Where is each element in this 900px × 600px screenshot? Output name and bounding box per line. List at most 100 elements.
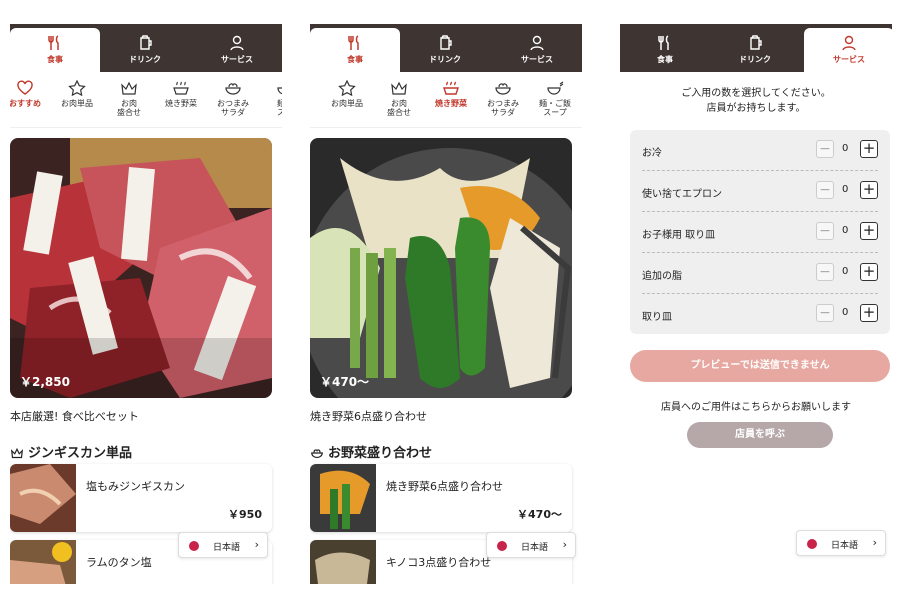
decrement-button[interactable]: − xyxy=(816,140,834,158)
decrement-button[interactable]: − xyxy=(816,181,834,199)
top-tab-bar: 食事 ドリンク サービス xyxy=(10,24,282,72)
bowl-icon xyxy=(311,449,323,459)
crown-icon xyxy=(391,81,407,95)
meat-platter-photo xyxy=(10,138,272,398)
category-meat-combo[interactable]: お肉 盛合せ xyxy=(372,80,426,117)
category-label: 焼き野菜 xyxy=(165,99,197,108)
menu-item-card[interactable]: 焼き野菜6点盛り合わせ ￥470〜 xyxy=(310,464,572,532)
category-grilled-veg[interactable]: 焼き野菜 xyxy=(154,80,208,108)
language-label: 日本語 xyxy=(213,543,241,553)
submit-button-disabled[interactable]: プレビューでは送信できません xyxy=(630,350,890,382)
crown-icon xyxy=(121,81,137,95)
section-title: お野菜盛り合わせ xyxy=(310,442,432,461)
tab-food[interactable]: 食事 xyxy=(620,28,710,72)
call-staff-note: 店員へのご用件はこちらからお願いします xyxy=(661,402,851,413)
tab-service[interactable]: サービス xyxy=(492,28,582,72)
instruction-line: 店員がお持ちします。 xyxy=(706,103,806,114)
item-name: 焼き野菜6点盛り合わせ xyxy=(386,480,503,493)
category-grilled-veg[interactable]: 焼き野菜 xyxy=(424,80,478,108)
item-thumbnail xyxy=(310,464,376,532)
tab-food[interactable]: 食事 xyxy=(10,28,100,72)
call-staff-button[interactable]: 店員を呼ぶ xyxy=(687,422,833,448)
tab-service[interactable]: サービス xyxy=(192,28,282,72)
bowl-icon xyxy=(495,83,511,95)
item-thumbnail xyxy=(10,540,76,584)
star-icon xyxy=(338,80,356,96)
increment-button[interactable]: + xyxy=(860,181,878,199)
menu-screen-grilled-veg: 食事 ドリンク サービス お肉単品 お肉 盛合せ 焼き野菜 おつまみ サラダ 麺… xyxy=(310,24,582,584)
decrement-button[interactable]: − xyxy=(816,263,834,281)
service-item-name: 取り皿 xyxy=(642,312,672,323)
category-label: サラダ xyxy=(491,108,515,117)
increment-button[interactable]: + xyxy=(860,304,878,322)
quantity-value: 0 xyxy=(842,225,849,236)
quantity-value: 0 xyxy=(842,143,849,154)
menu-item-card[interactable]: 塩もみジンギスカン ￥950 xyxy=(10,464,272,532)
category-noodles-rice[interactable]: 麺・ご飯 スープ xyxy=(528,80,582,117)
decrement-button[interactable]: − xyxy=(816,304,834,322)
quantity-value: 0 xyxy=(842,266,849,277)
hero-image-meat-platter[interactable]: ￥2,850 xyxy=(10,138,272,398)
increment-button[interactable]: + xyxy=(860,140,878,158)
category-label: 盛合せ xyxy=(387,108,411,117)
language-selector[interactable]: 日本語 › xyxy=(178,532,268,558)
item-price: ￥950 xyxy=(228,508,262,521)
category-meat-single[interactable]: お肉単品 xyxy=(320,80,374,108)
item-name: ラムのタン塩 xyxy=(86,556,152,569)
category-meat-single[interactable]: お肉単品 xyxy=(50,80,104,108)
increment-button[interactable]: + xyxy=(860,222,878,240)
grill-icon xyxy=(173,81,189,95)
category-recommend[interactable]: おすすめ xyxy=(10,80,52,108)
language-label: 日本語 xyxy=(831,541,859,551)
tab-label: サービス xyxy=(521,55,553,64)
category-label: お肉 xyxy=(121,99,137,108)
section-title-text: ジンギスカン単品 xyxy=(28,446,133,461)
hero-price: ￥2,850 xyxy=(20,375,70,389)
fork-knife-icon xyxy=(48,35,59,50)
decrement-button[interactable]: − xyxy=(816,222,834,240)
japan-flag-icon xyxy=(807,539,817,549)
tab-drink[interactable]: ドリンク xyxy=(400,28,490,72)
instruction-line: ご入用の数を選択してください。 xyxy=(681,88,831,99)
service-row: 取り皿 − 0 + xyxy=(630,294,890,335)
category-meat-combo[interactable]: お肉 盛合せ xyxy=(102,80,156,117)
category-label: 麺・ご飯 xyxy=(539,99,571,108)
service-item-name: 使い捨てエプロン xyxy=(642,189,722,200)
category-label: サラダ xyxy=(221,108,245,117)
tab-label: 食事 xyxy=(347,55,363,64)
tab-label: サービス xyxy=(833,55,865,64)
tab-label: 食事 xyxy=(657,55,673,64)
tab-label: サービス xyxy=(221,55,253,64)
language-selector[interactable]: 日本語 › xyxy=(486,532,576,558)
service-item-name: お冷 xyxy=(642,148,662,159)
category-label: 盛合せ xyxy=(117,108,141,117)
service-row: 追加の脂 − 0 + xyxy=(630,253,890,294)
category-label: お肉単品 xyxy=(331,99,363,108)
category-label: スープ xyxy=(543,108,567,117)
service-request-screen: 食事 ドリンク サービス ご入用の数を選択してください。 店員がお持ちします。 … xyxy=(620,24,892,584)
drink-icon xyxy=(750,35,762,50)
language-label: 日本語 xyxy=(521,543,549,553)
category-snack-salad[interactable]: おつまみ サラダ xyxy=(476,80,530,117)
tab-label: 食事 xyxy=(47,55,63,64)
tab-drink[interactable]: ドリンク xyxy=(710,28,800,72)
tab-food[interactable]: 食事 xyxy=(310,28,400,72)
service-row: 使い捨てエプロン − 0 + xyxy=(630,171,890,212)
japan-flag-icon xyxy=(189,541,199,551)
tab-drink[interactable]: ドリンク xyxy=(100,28,190,72)
hero-image-grilled-vegetables[interactable]: ￥470〜 xyxy=(310,138,572,398)
category-noodles-rice[interactable]: 麺・ スー xyxy=(258,80,282,117)
fork-knife-icon xyxy=(658,35,669,50)
menu-screen-recommend: 食事 ドリンク サービス おすすめ お肉単品 お肉 盛合せ 焼き野菜 おつまみ … xyxy=(10,24,282,584)
star-icon xyxy=(68,80,86,96)
staff-icon xyxy=(530,35,544,51)
item-thumbnail xyxy=(10,464,76,532)
chevron-right-icon: › xyxy=(254,538,259,551)
top-tab-bar: 食事 ドリンク サービス xyxy=(620,24,892,72)
tab-service[interactable]: サービス xyxy=(804,28,892,72)
increment-button[interactable]: + xyxy=(860,263,878,281)
service-instructions: ご入用の数を選択してください。 店員がお持ちします。 xyxy=(620,86,892,116)
language-selector[interactable]: 日本語 › xyxy=(796,530,886,556)
category-snack-salad[interactable]: おつまみ サラダ xyxy=(206,80,260,117)
hero-caption: 焼き野菜6点盛り合わせ xyxy=(310,410,427,423)
